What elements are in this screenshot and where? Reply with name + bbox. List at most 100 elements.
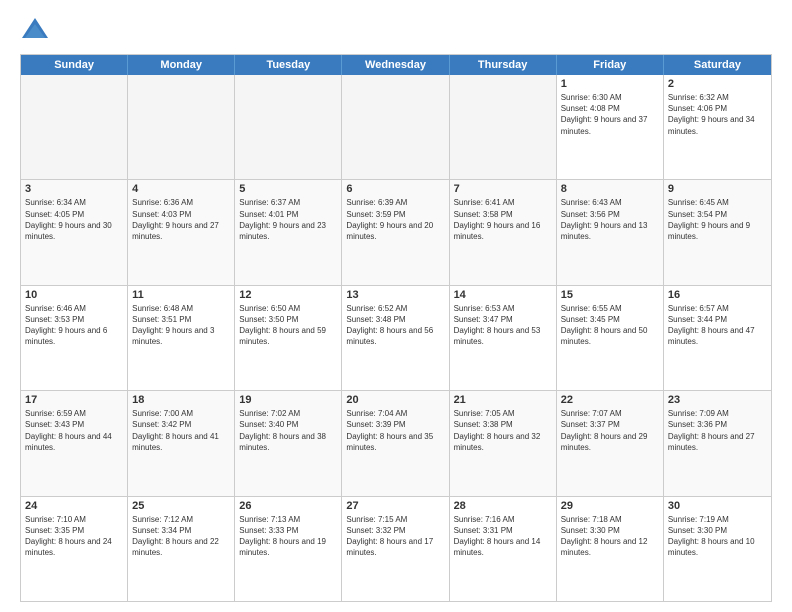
cell-info: Sunrise: 7:04 AMSunset: 3:39 PMDaylight:… bbox=[346, 408, 444, 453]
day-number: 17 bbox=[25, 394, 123, 406]
week-row-3: 17Sunrise: 6:59 AMSunset: 3:43 PMDayligh… bbox=[21, 391, 771, 496]
cal-cell-24: 24 Sunrise: 7:10 AMSunset: 3:35 PMDayligh… bbox=[21, 497, 128, 601]
day-header-tuesday: Tuesday bbox=[235, 55, 342, 75]
day-number: 9 bbox=[668, 183, 767, 195]
day-header-wednesday: Wednesday bbox=[342, 55, 449, 75]
cell-info: Sunrise: 7:19 AMSunset: 3:30 PMDaylight:… bbox=[668, 514, 767, 559]
cell-info: Sunrise: 6:43 AMSunset: 3:56 PMDaylight:… bbox=[561, 197, 659, 242]
cal-cell-2: 2 Sunrise: 6:32 AMSunset: 4:06 PMDaylight… bbox=[664, 75, 771, 179]
week-row-2: 10 Sunrise: 6:46 AMSunset: 3:53 PMDayligh… bbox=[21, 286, 771, 391]
cell-info: Sunrise: 6:55 AMSunset: 3:45 PMDaylight:… bbox=[561, 303, 659, 348]
cal-cell-5: 5Sunrise: 6:37 AMSunset: 4:01 PMDaylight… bbox=[235, 180, 342, 284]
cell-info: Sunrise: 7:12 AMSunset: 3:34 PMDaylight:… bbox=[132, 514, 230, 559]
week-row-4: 24 Sunrise: 7:10 AMSunset: 3:35 PMDayligh… bbox=[21, 497, 771, 601]
day-number: 7 bbox=[454, 183, 552, 195]
day-number: 24 bbox=[25, 500, 123, 512]
cell-info: Sunrise: 7:10 AMSunset: 3:35 PMDaylight:… bbox=[25, 514, 123, 559]
cell-info: Sunrise: 6:45 AMSunset: 3:54 PMDaylight:… bbox=[668, 197, 767, 242]
cell-info: Sunrise: 7:18 AMSunset: 3:30 PMDaylight:… bbox=[561, 514, 659, 559]
cal-cell-29: 29 Sunrise: 7:18 AMSunset: 3:30 PMDayligh… bbox=[557, 497, 664, 601]
cal-cell-7: 7 Sunrise: 6:41 AMSunset: 3:58 PMDaylight… bbox=[450, 180, 557, 284]
day-number: 5 bbox=[239, 183, 337, 195]
day-number: 28 bbox=[454, 500, 552, 512]
day-number: 27 bbox=[346, 500, 444, 512]
cal-cell-1: 1 Sunrise: 6:30 AMSunset: 4:08 PMDaylight… bbox=[557, 75, 664, 179]
cal-cell-empty-0-2 bbox=[235, 75, 342, 179]
cal-cell-30: 30 Sunrise: 7:19 AMSunset: 3:30 PMDayligh… bbox=[664, 497, 771, 601]
day-number: 22 bbox=[561, 394, 659, 406]
cell-info: Sunrise: 6:32 AMSunset: 4:06 PMDaylight:… bbox=[668, 92, 767, 137]
cal-cell-22: 22Sunrise: 7:07 AMSunset: 3:37 PMDayligh… bbox=[557, 391, 664, 495]
day-header-sunday: Sunday bbox=[21, 55, 128, 75]
cell-info: Sunrise: 6:48 AMSunset: 3:51 PMDaylight:… bbox=[132, 303, 230, 348]
cal-cell-4: 4Sunrise: 6:36 AMSunset: 4:03 PMDaylight… bbox=[128, 180, 235, 284]
cal-cell-27: 27 Sunrise: 7:15 AMSunset: 3:32 PMDayligh… bbox=[342, 497, 449, 601]
day-header-monday: Monday bbox=[128, 55, 235, 75]
calendar: SundayMondayTuesdayWednesdayThursdayFrid… bbox=[20, 54, 772, 602]
cal-cell-19: 19Sunrise: 7:02 AMSunset: 3:40 PMDayligh… bbox=[235, 391, 342, 495]
cal-cell-13: 13 Sunrise: 6:52 AMSunset: 3:48 PMDayligh… bbox=[342, 286, 449, 390]
cal-cell-empty-0-3 bbox=[342, 75, 449, 179]
week-row-1: 3Sunrise: 6:34 AMSunset: 4:05 PMDaylight… bbox=[21, 180, 771, 285]
day-number: 30 bbox=[668, 500, 767, 512]
cell-info: Sunrise: 6:52 AMSunset: 3:48 PMDaylight:… bbox=[346, 303, 444, 348]
cal-cell-20: 20 Sunrise: 7:04 AMSunset: 3:39 PMDayligh… bbox=[342, 391, 449, 495]
day-number: 18 bbox=[132, 394, 230, 406]
cal-cell-17: 17Sunrise: 6:59 AMSunset: 3:43 PMDayligh… bbox=[21, 391, 128, 495]
cal-cell-28: 28 Sunrise: 7:16 AMSunset: 3:31 PMDayligh… bbox=[450, 497, 557, 601]
day-number: 20 bbox=[346, 394, 444, 406]
logo bbox=[20, 16, 54, 46]
day-number: 21 bbox=[454, 394, 552, 406]
logo-icon bbox=[20, 16, 50, 46]
day-number: 15 bbox=[561, 289, 659, 301]
cell-info: Sunrise: 6:46 AMSunset: 3:53 PMDaylight:… bbox=[25, 303, 123, 348]
day-number: 11 bbox=[132, 289, 230, 301]
cell-info: Sunrise: 7:05 AMSunset: 3:38 PMDaylight:… bbox=[454, 408, 552, 453]
cell-info: Sunrise: 6:53 AMSunset: 3:47 PMDaylight:… bbox=[454, 303, 552, 348]
calendar-header: SundayMondayTuesdayWednesdayThursdayFrid… bbox=[21, 55, 771, 75]
cell-info: Sunrise: 6:57 AMSunset: 3:44 PMDaylight:… bbox=[668, 303, 767, 348]
day-number: 8 bbox=[561, 183, 659, 195]
cal-cell-15: 15 Sunrise: 6:55 AMSunset: 3:45 PMDayligh… bbox=[557, 286, 664, 390]
cal-cell-26: 26 Sunrise: 7:13 AMSunset: 3:33 PMDayligh… bbox=[235, 497, 342, 601]
day-number: 23 bbox=[668, 394, 767, 406]
cell-info: Sunrise: 7:15 AMSunset: 3:32 PMDaylight:… bbox=[346, 514, 444, 559]
day-number: 14 bbox=[454, 289, 552, 301]
cell-info: Sunrise: 6:39 AMSunset: 3:59 PMDaylight:… bbox=[346, 197, 444, 242]
cal-cell-11: 11 Sunrise: 6:48 AMSunset: 3:51 PMDayligh… bbox=[128, 286, 235, 390]
header bbox=[20, 16, 772, 46]
cell-info: Sunrise: 7:00 AMSunset: 3:42 PMDaylight:… bbox=[132, 408, 230, 453]
calendar-body: 1 Sunrise: 6:30 AMSunset: 4:08 PMDaylight… bbox=[21, 75, 771, 601]
cal-cell-25: 25 Sunrise: 7:12 AMSunset: 3:34 PMDayligh… bbox=[128, 497, 235, 601]
day-header-friday: Friday bbox=[557, 55, 664, 75]
day-number: 13 bbox=[346, 289, 444, 301]
day-number: 26 bbox=[239, 500, 337, 512]
cal-cell-empty-0-0 bbox=[21, 75, 128, 179]
day-number: 25 bbox=[132, 500, 230, 512]
cell-info: Sunrise: 6:30 AMSunset: 4:08 PMDaylight:… bbox=[561, 92, 659, 137]
cell-info: Sunrise: 7:16 AMSunset: 3:31 PMDaylight:… bbox=[454, 514, 552, 559]
cal-cell-empty-0-1 bbox=[128, 75, 235, 179]
day-number: 3 bbox=[25, 183, 123, 195]
day-number: 1 bbox=[561, 78, 659, 90]
cal-cell-9: 9 Sunrise: 6:45 AMSunset: 3:54 PMDaylight… bbox=[664, 180, 771, 284]
cal-cell-10: 10 Sunrise: 6:46 AMSunset: 3:53 PMDayligh… bbox=[21, 286, 128, 390]
cal-cell-3: 3Sunrise: 6:34 AMSunset: 4:05 PMDaylight… bbox=[21, 180, 128, 284]
day-number: 16 bbox=[668, 289, 767, 301]
cell-info: Sunrise: 7:09 AMSunset: 3:36 PMDaylight:… bbox=[668, 408, 767, 453]
day-number: 29 bbox=[561, 500, 659, 512]
cal-cell-18: 18 Sunrise: 7:00 AMSunset: 3:42 PMDayligh… bbox=[128, 391, 235, 495]
day-number: 10 bbox=[25, 289, 123, 301]
cell-info: Sunrise: 7:13 AMSunset: 3:33 PMDaylight:… bbox=[239, 514, 337, 559]
day-header-saturday: Saturday bbox=[664, 55, 771, 75]
page: SundayMondayTuesdayWednesdayThursdayFrid… bbox=[0, 0, 792, 612]
cal-cell-8: 8 Sunrise: 6:43 AMSunset: 3:56 PMDaylight… bbox=[557, 180, 664, 284]
cal-cell-21: 21 Sunrise: 7:05 AMSunset: 3:38 PMDayligh… bbox=[450, 391, 557, 495]
cal-cell-23: 23 Sunrise: 7:09 AMSunset: 3:36 PMDayligh… bbox=[664, 391, 771, 495]
day-header-thursday: Thursday bbox=[450, 55, 557, 75]
day-number: 4 bbox=[132, 183, 230, 195]
day-number: 19 bbox=[239, 394, 337, 406]
cell-info: Sunrise: 6:41 AMSunset: 3:58 PMDaylight:… bbox=[454, 197, 552, 242]
day-number: 6 bbox=[346, 183, 444, 195]
day-number: 2 bbox=[668, 78, 767, 90]
